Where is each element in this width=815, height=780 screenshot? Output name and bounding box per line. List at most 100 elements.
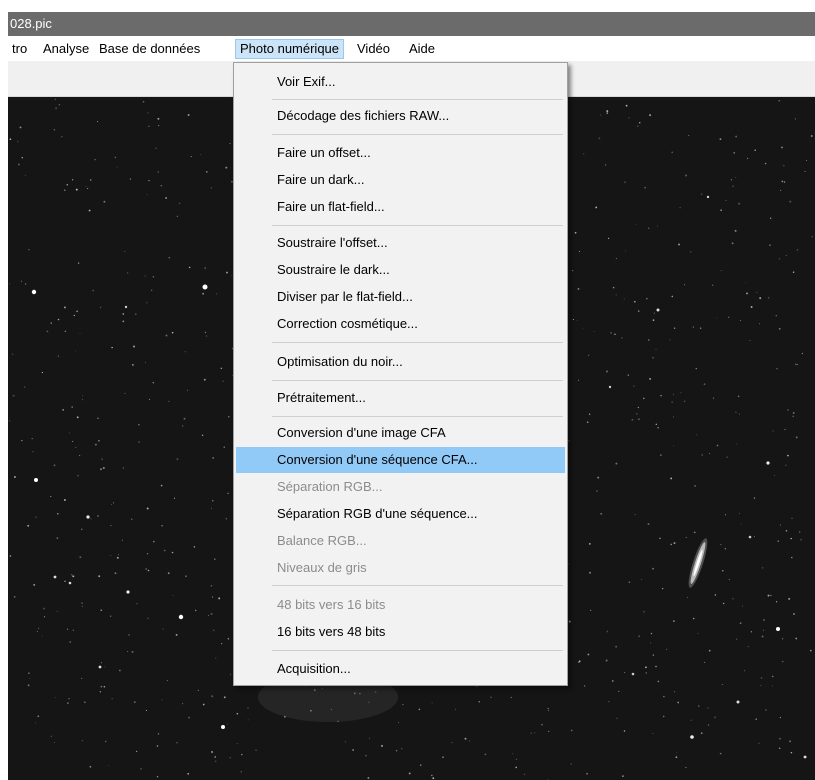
noise-star [230, 673, 231, 675]
noise-star [152, 540, 155, 543]
menu-item-16-vers-48-bits[interactable]: 16 bits vers 48 bits [236, 619, 565, 645]
noise-star [50, 495, 52, 497]
noise-star [792, 415, 795, 418]
noise-star [753, 497, 756, 499]
noise-star [693, 531, 696, 534]
menu-item-correction-cosmetique[interactable]: Correction cosmétique... [236, 311, 565, 337]
noise-star [615, 645, 618, 648]
noise-star [28, 672, 30, 674]
noise-star [178, 202, 181, 205]
noise-star [484, 753, 487, 756]
noise-star [795, 637, 798, 640]
noise-star [8, 420, 11, 422]
noise-star [402, 704, 404, 706]
menu-item-faire-offset[interactable]: Faire un offset... [236, 140, 565, 166]
noise-star [719, 752, 722, 755]
noise-star [734, 229, 737, 232]
menu-analyse[interactable]: Analyse [39, 39, 93, 59]
noise-star [760, 685, 762, 687]
noise-star [570, 729, 573, 732]
noise-star [221, 643, 223, 645]
noise-star [775, 315, 777, 317]
noise-star [94, 159, 96, 161]
menu-item-faire-dark[interactable]: Faire un dark... [236, 167, 565, 193]
noise-star [161, 525, 163, 527]
noise-star [720, 543, 722, 546]
noise-star [110, 555, 112, 557]
noise-star [652, 654, 655, 656]
noise-star [735, 135, 738, 138]
menu-item-faire-flat-field[interactable]: Faire un flat-field... [236, 194, 565, 220]
noise-star [64, 580, 66, 583]
noise-star [97, 417, 99, 420]
menu-astro[interactable]: tro [8, 39, 31, 59]
noise-star [76, 310, 78, 313]
noise-star [796, 363, 798, 365]
noise-star [12, 353, 14, 355]
noise-star [129, 178, 131, 180]
menu-item-soustraire-dark[interactable]: Soustraire le dark... [236, 257, 565, 283]
noise-star [72, 575, 75, 578]
noise-star [89, 765, 92, 768]
noise-star [746, 292, 748, 295]
noise-star [215, 760, 217, 762]
noise-star [431, 702, 433, 704]
noise-star [136, 602, 138, 605]
noise-star [604, 164, 607, 166]
noise-star [759, 297, 762, 300]
noise-star [226, 271, 228, 274]
menu-base-de-donnees[interactable]: Base de données [95, 39, 204, 59]
noise-star [782, 660, 784, 663]
noise-star [211, 695, 214, 698]
noise-star [608, 700, 610, 703]
menu-aide[interactable]: Aide [405, 39, 439, 59]
noise-star [637, 406, 639, 409]
noise-star [86, 187, 89, 190]
menu-item-voir-exif[interactable]: Voir Exif... [236, 69, 565, 95]
noise-star [649, 377, 652, 380]
noise-star [578, 660, 581, 663]
noise-star [24, 174, 26, 176]
menu-item-soustraire-offset[interactable]: Soustraire l'offset... [236, 230, 565, 256]
noise-star [659, 537, 661, 539]
noise-star [655, 423, 658, 426]
noise-star [638, 418, 640, 420]
noise-star [686, 596, 688, 598]
noise-star [46, 330, 49, 333]
noise-star [41, 635, 43, 637]
noise-star [100, 685, 103, 688]
noise-star [775, 601, 778, 603]
menu-item-conversion-sequence-cfa[interactable]: Conversion d'une séquence CFA... [236, 447, 565, 473]
noise-star [674, 691, 676, 693]
noise-star [98, 575, 101, 578]
noise-star [712, 397, 714, 399]
noise-star [156, 745, 159, 747]
noise-star [777, 540, 779, 542]
noise-star [162, 628, 164, 630]
noise-star [148, 179, 150, 182]
menu-item-separation-rgb-sequence[interactable]: Séparation RGB d'une séquence... [236, 501, 565, 527]
noise-star [50, 735, 53, 738]
noise-star [586, 772, 588, 775]
menu-item-optimisation-noir[interactable]: Optimisation du noir... [236, 349, 565, 375]
menu-item-diviser-flat-field[interactable]: Diviser par le flat-field... [236, 284, 565, 310]
noise-star [624, 181, 626, 183]
noise-star [779, 524, 781, 526]
noise-star [111, 698, 113, 700]
noise-star [732, 185, 734, 187]
noise-star [720, 269, 722, 272]
noise-star [148, 125, 150, 127]
menu-item-acquisition[interactable]: Acquisition... [236, 656, 565, 682]
noise-star [746, 157, 749, 160]
menu-item-conversion-image-cfa[interactable]: Conversion d'une image CFA [236, 420, 565, 446]
noise-star [628, 581, 631, 584]
menu-item-decodage-raw[interactable]: Décodage des fichiers RAW... [236, 103, 565, 129]
noise-star [454, 708, 457, 710]
noise-star [633, 300, 636, 303]
noise-star [367, 776, 370, 779]
noise-star [165, 197, 167, 199]
menu-video[interactable]: Vidéo [353, 39, 394, 59]
noise-star [587, 653, 590, 656]
menu-photo-numerique[interactable]: Photo numérique [235, 39, 345, 59]
menu-item-pretraitement[interactable]: Prétraitement... [236, 385, 565, 411]
